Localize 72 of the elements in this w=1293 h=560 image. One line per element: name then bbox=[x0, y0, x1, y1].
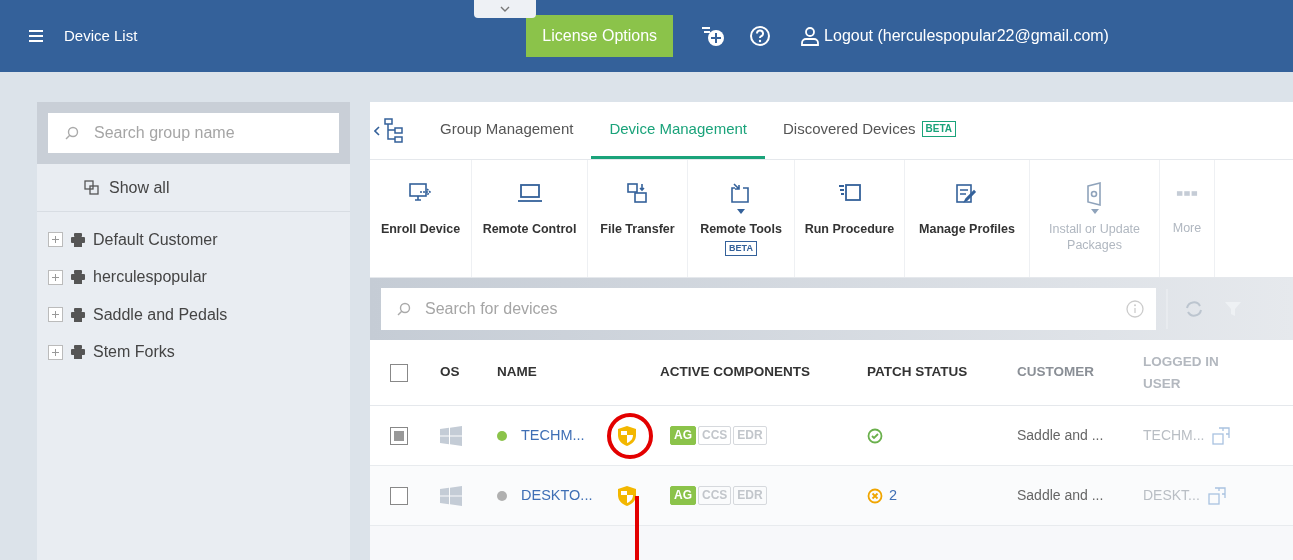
expand-window-icon bbox=[1207, 486, 1226, 505]
shield-icon bbox=[618, 485, 636, 506]
chevron-left-icon bbox=[374, 125, 380, 136]
tree-item[interactable]: Saddle and Pedals bbox=[37, 296, 350, 334]
column-header: ACTIVE COMPONENTS bbox=[659, 363, 811, 382]
tree-item[interactable]: herculespopular bbox=[37, 258, 350, 296]
component-tag: EDR bbox=[733, 426, 767, 445]
component-tag: AG bbox=[670, 426, 696, 445]
logout-link[interactable]: Logout (herculespopular22@gmail.com) bbox=[800, 24, 1109, 48]
component-tag: AG bbox=[670, 486, 696, 505]
file-transfer-icon bbox=[625, 182, 650, 206]
toolbar-button[interactable]: Manage Profiles bbox=[905, 160, 1030, 277]
help-icon bbox=[749, 25, 772, 47]
table-cell-text: Saddle and ... bbox=[1016, 486, 1105, 505]
windows-icon bbox=[440, 425, 462, 446]
search-icon bbox=[65, 126, 79, 140]
toolbar-button[interactable]: Remote Tools BETA bbox=[688, 160, 795, 277]
info-icon bbox=[1126, 300, 1144, 318]
patch-count-link[interactable]: 2 bbox=[889, 484, 898, 507]
tab[interactable]: Discovered Devices BETA bbox=[765, 102, 975, 159]
table-cell-text: Saddle and ... bbox=[1016, 426, 1105, 445]
device-link[interactable]: TECHM... bbox=[521, 424, 585, 447]
table-cell-text: DESKT... bbox=[1143, 486, 1200, 505]
expand-toggle[interactable] bbox=[48, 232, 63, 248]
expand-toggle[interactable] bbox=[48, 344, 63, 360]
chevron-down-icon bbox=[500, 6, 510, 12]
plus-icon bbox=[52, 311, 59, 319]
table-cell-text: TECHM... bbox=[1143, 426, 1205, 445]
collapse-tab[interactable] bbox=[474, 0, 536, 18]
menu-icon bbox=[29, 30, 43, 42]
column-header: NAME bbox=[497, 363, 538, 382]
table-row[interactable]: TECHM... AG CCS EDR Saddle and ... TECHM... bbox=[370, 406, 1293, 466]
select-all-checkbox[interactable] bbox=[390, 363, 408, 382]
toolbar-button[interactable]: Remote Control bbox=[472, 160, 588, 277]
beta-tag: BETA bbox=[725, 241, 757, 256]
component-tag: EDR bbox=[733, 486, 767, 505]
expand-toggle[interactable] bbox=[48, 307, 63, 323]
row-checkbox[interactable] bbox=[390, 426, 408, 445]
windows-icon bbox=[440, 485, 462, 506]
tree-item[interactable]: Default Customer bbox=[37, 221, 350, 259]
group-search-field[interactable]: Search group name bbox=[48, 113, 339, 153]
group-icon bbox=[84, 179, 100, 196]
search-icon bbox=[397, 302, 411, 316]
device-search-field[interactable]: Search for devices bbox=[381, 288, 1156, 330]
column-header: CUSTOMER bbox=[1016, 363, 1095, 382]
show-all-item[interactable]: Show all bbox=[37, 164, 350, 212]
plus-icon bbox=[52, 273, 59, 281]
toolbar-button[interactable]: Run Procedure bbox=[795, 160, 905, 277]
component-tag: CCS bbox=[698, 426, 732, 445]
toolbar-button[interactable]: Enroll Device bbox=[370, 160, 472, 277]
page-title: Device List bbox=[64, 25, 138, 46]
column-header: PATCH STATUS bbox=[866, 363, 969, 382]
refresh-icon bbox=[1184, 299, 1204, 319]
component-tag: CCS bbox=[698, 486, 732, 505]
beta-tag: BETA bbox=[921, 121, 957, 137]
plus-icon bbox=[52, 348, 59, 356]
expand-window-icon bbox=[1212, 426, 1231, 445]
device-link[interactable]: DESKTO... bbox=[521, 484, 593, 507]
user-icon bbox=[800, 26, 821, 46]
column-header: OS bbox=[440, 363, 461, 382]
clipboard-pencil-icon bbox=[955, 182, 979, 206]
shield-icon bbox=[618, 425, 636, 446]
plus-icon bbox=[52, 236, 59, 244]
toolbar-button[interactable]: File Transfer bbox=[588, 160, 688, 277]
tab[interactable]: Group Management bbox=[422, 102, 592, 159]
row-checkbox[interactable] bbox=[390, 486, 408, 505]
column-header: LOGGED IN USER bbox=[1142, 352, 1220, 393]
expand-toggle[interactable] bbox=[48, 269, 63, 285]
tree-item[interactable]: Stem Forks bbox=[37, 333, 350, 371]
hierarchy-icon bbox=[384, 117, 404, 144]
add-list-icon bbox=[701, 25, 726, 47]
more-icon bbox=[1176, 191, 1198, 196]
